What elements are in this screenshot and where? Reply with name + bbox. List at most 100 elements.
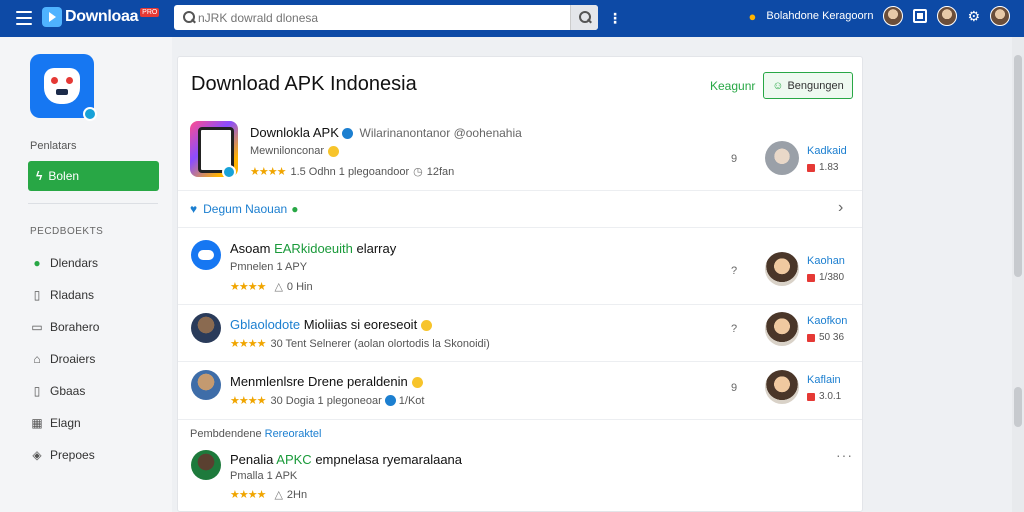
list-item-sub: Pmalla 1 APK	[230, 470, 298, 482]
brand[interactable]: Downloaa PRO	[42, 7, 160, 27]
author-avatar[interactable]	[765, 312, 799, 346]
more-options-icon[interactable]: ⋮	[608, 10, 622, 27]
cloud-icon[interactable]	[191, 240, 221, 270]
user-icon: ☺	[772, 79, 784, 92]
featured-meta-text: 1.5 Odhn 1 plegoandoor	[290, 165, 410, 178]
sidebar-item-label: Gbaas	[50, 384, 86, 398]
list-item-count: ?	[731, 323, 738, 335]
divider	[178, 227, 862, 228]
featured-author-name[interactable]: Kadkaid	[807, 145, 847, 157]
list-item-title[interactable]: Gblaolodote Mioliias si eoreseoit	[230, 317, 433, 332]
banner-row[interactable]: ♥ Degum Naouan ●	[190, 202, 298, 216]
scrollbar-thumb[interactable]	[1014, 55, 1022, 277]
featured-title-text: Downlokla APK	[250, 125, 339, 140]
avatar-icon[interactable]	[191, 450, 221, 480]
rating-stars-icon: ★★★★	[250, 166, 286, 178]
search-icon	[174, 5, 198, 30]
rating-stars-icon: ★★★★	[230, 338, 266, 350]
author-name[interactable]: Kaflain	[807, 374, 841, 386]
flag-icon	[807, 392, 815, 401]
flag-icon	[807, 273, 815, 282]
list-item-title[interactable]: Menmlenlsre Drene peraldenin	[230, 374, 423, 389]
author-name[interactable]: Kaohan	[807, 255, 845, 267]
title-accent: EARkidoeuith	[274, 241, 353, 256]
author-stat: 3.0.1	[807, 391, 841, 402]
page-title: Download APK Indonesia	[191, 73, 417, 95]
meta-text: 30 Dogia 1 plegoneoar	[270, 394, 382, 407]
avatar-icon[interactable]	[191, 370, 221, 400]
author-stat-text: 3.0.1	[819, 391, 842, 402]
featured-title[interactable]: Downlokla APK Wilarinanontanor @oohenahi…	[250, 125, 522, 140]
scrollbar[interactable]	[1012, 37, 1024, 512]
sidebar-item-2[interactable]: ▯ Rladans	[30, 288, 94, 302]
bolt-icon: ϟ	[36, 169, 43, 183]
list-item-count: ?	[731, 265, 738, 277]
featured-count: 9	[731, 153, 738, 165]
smile-icon	[327, 145, 339, 157]
profile-avatar[interactable]	[937, 6, 958, 26]
menu-icon[interactable]	[16, 11, 32, 25]
rating-stars-icon: ★★★★	[230, 395, 266, 407]
section-label-accent: Rereoraktel	[264, 428, 322, 440]
meta-text: 30 Tent Selnerer (aolan olortodis la Sko…	[270, 337, 490, 350]
title-accent: APKC	[276, 452, 312, 467]
list-item-title[interactable]: Penalia APKC empnelasa ryemaralaana	[230, 452, 462, 467]
sidebar-label: Penlatars	[30, 140, 77, 152]
app-icon[interactable]	[30, 54, 97, 121]
search-bar	[174, 5, 598, 30]
sidebar-item-label: Elagn	[50, 416, 81, 430]
search-input[interactable]	[198, 10, 570, 25]
flag-icon	[807, 333, 815, 342]
sidebar-item-label: Dlendars	[50, 256, 99, 270]
header-link[interactable]: Keagunr	[710, 79, 755, 93]
apps-icon[interactable]	[913, 9, 928, 23]
avatar-icon[interactable]	[191, 313, 221, 343]
table-icon: ▦	[31, 416, 43, 430]
top-right-controls: ● Bolahdone Keragoorn ⚙	[749, 6, 1010, 26]
sidebar-primary-button[interactable]: ϟ Bolen	[28, 161, 159, 191]
verified-icon	[341, 128, 353, 140]
brand-name: Downloaa	[65, 8, 139, 25]
sidebar-item-7[interactable]: ◈ Prepoes	[30, 448, 94, 462]
search-button[interactable]	[570, 5, 598, 30]
more-options-icon[interactable]: ···	[836, 447, 853, 463]
rating-stars-icon: ★★★★	[230, 281, 266, 293]
chevron-right-icon[interactable]: ›	[838, 199, 843, 217]
meta-text: 2Hn	[286, 488, 308, 501]
badge-icon: ●	[291, 202, 299, 216]
sidebar-item-3[interactable]: ▭ Borahero	[30, 320, 99, 334]
book-icon: ▯	[33, 384, 41, 398]
divider	[178, 361, 862, 362]
title-suffix: Menmlenlsre Drene peraldenin	[230, 374, 408, 389]
user-avatar[interactable]	[883, 6, 904, 26]
section-label: Pembdendene Rereoraktel	[190, 428, 321, 440]
author-avatar[interactable]	[765, 252, 799, 286]
title-suffix: elarray	[356, 241, 397, 256]
fire-icon: ●	[748, 8, 757, 24]
divider	[178, 304, 862, 305]
brand-logo-icon	[42, 7, 62, 27]
list-item-title[interactable]: Asoam EARkidoeuith elarray	[230, 241, 396, 256]
sidebar-item-1[interactable]: ● Dlendars	[30, 256, 98, 270]
author-name[interactable]: Kaofkon	[807, 315, 847, 327]
sidebar-item-6[interactable]: ▦ Elagn	[30, 416, 81, 430]
smile-icon	[421, 320, 433, 332]
featured-author-avatar[interactable]	[765, 141, 799, 175]
divider	[178, 190, 862, 191]
sidebar-item-4[interactable]: ⌂ Droaiers	[30, 352, 95, 366]
scrollbar-thumb-secondary[interactable]	[1014, 387, 1022, 427]
author-avatar[interactable]	[765, 370, 799, 404]
featured-app-thumbnail[interactable]	[190, 121, 238, 179]
header-outline-button-label: Bengungen	[787, 79, 844, 92]
featured-sub: Mewnilonconar	[250, 145, 339, 157]
account-avatar[interactable]	[990, 6, 1010, 26]
main-panel: Download APK Indonesia Keagunr ☺ Bengung…	[177, 56, 863, 512]
title-prefix: Penalia	[230, 452, 274, 467]
featured-title-extra: Wilarinanontanor @oohenahia	[359, 126, 522, 140]
home-icon: ⌂	[33, 352, 41, 366]
gear-icon[interactable]: ⚙	[967, 8, 980, 25]
sidebar-primary-button-label: Bolen	[48, 169, 80, 183]
user-name[interactable]: Bolahdone Keragoorn	[766, 10, 873, 22]
header-outline-button[interactable]: ☺ Bengungen	[763, 72, 853, 99]
sidebar-item-5[interactable]: ▯ Gbaas	[30, 384, 86, 398]
